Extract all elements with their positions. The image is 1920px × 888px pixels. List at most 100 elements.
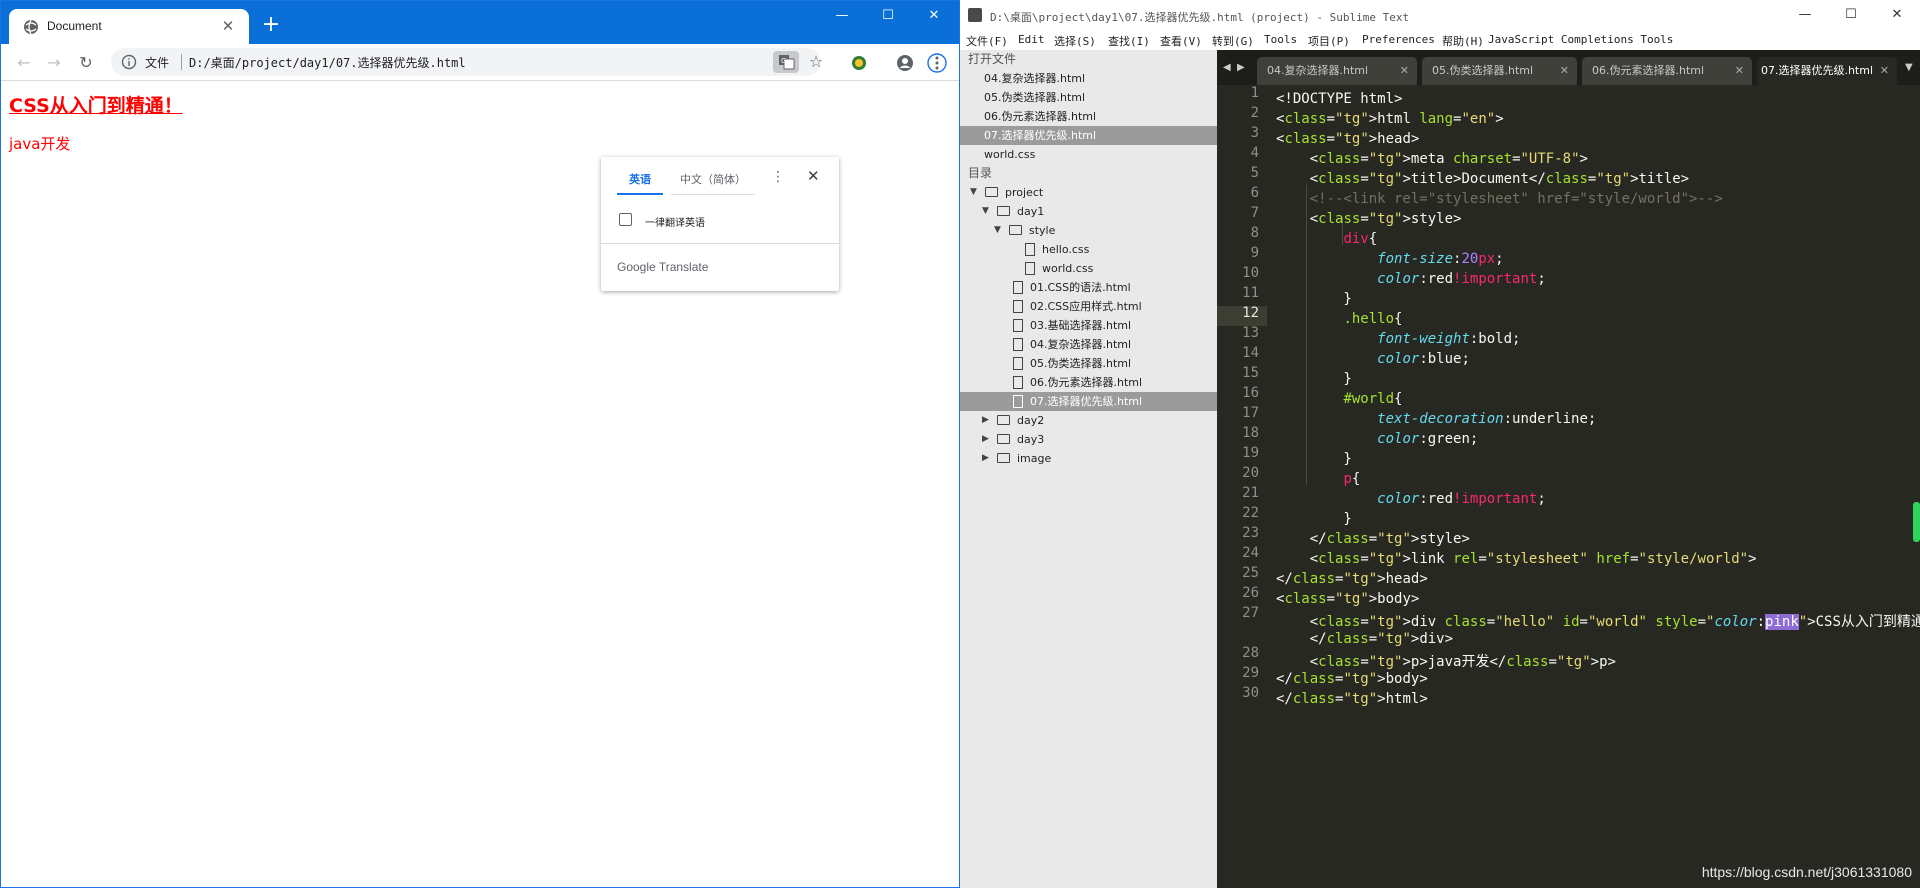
code-line[interactable]: color:green; [1276,431,1478,447]
code-line[interactable]: </class="tg">div> [1276,631,1453,647]
expanded-arrow-icon[interactable]: ▼ [994,221,1001,240]
menu-selection[interactable]: 选择(S) [1054,33,1096,49]
info-icon[interactable] [121,54,137,70]
code-line[interactable]: div{ [1276,231,1377,247]
menu-help[interactable]: 帮助(H) [1442,33,1484,49]
file-item[interactable]: 01.CSS的语法.html [960,278,1217,297]
code-line[interactable]: <class="tg">div class="hello" id="world"… [1276,611,1920,631]
menu-goto[interactable]: 转到(G) [1212,33,1254,49]
new-tab-button[interactable]: + [259,13,283,37]
back-button[interactable]: ← [11,50,37,76]
code-line[interactable]: <!--<link rel="stylesheet" href="style/w… [1276,191,1723,207]
extension-icon[interactable] [849,53,869,73]
code-line[interactable]: } [1276,371,1351,387]
code-line[interactable]: text-decoration:underline; [1276,411,1596,427]
code-line[interactable]: color:red!important; [1276,271,1546,287]
sublime-minimize-button[interactable]: — [1782,0,1828,30]
tab-list-dropdown-icon[interactable]: ▼ [1905,62,1913,73]
open-file-item-active[interactable]: 07.选择器优先级.html [960,126,1217,145]
file-item[interactable]: 06.伪元素选择器.html [960,373,1217,392]
menu-edit[interactable]: Edit [1018,33,1045,46]
code-line[interactable]: </class="tg">body> [1276,671,1428,687]
editor-tab[interactable]: 06.伪元素选择器.html ✕ [1582,57,1752,85]
expanded-arrow-icon[interactable]: ▼ [982,202,989,221]
code-line[interactable]: <class="tg">body> [1276,591,1419,607]
sublime-maximize-button[interactable]: ☐ [1828,0,1874,30]
tab-close-icon[interactable]: ✕ [1880,57,1889,85]
folder-project[interactable]: ▼ project [960,183,1217,202]
collapsed-arrow-icon[interactable]: ▶ [982,430,989,449]
code-line[interactable]: color:red!important; [1276,491,1546,507]
maximize-button[interactable]: ☐ [865,1,911,31]
menu-preferences[interactable]: Preferences [1362,33,1435,46]
folder-day3[interactable]: ▶ day3 [960,430,1217,449]
menu-project[interactable]: 项目(P) [1308,33,1350,49]
minimize-button[interactable]: — [819,1,865,31]
address-bar[interactable]: 文件 D:/桌面/project/day1/07.选择器优先级.html G ☆ [111,48,823,76]
profile-avatar-icon[interactable] [895,53,915,73]
translate-tab-source[interactable]: 英语 [617,171,663,195]
code-line[interactable]: <class="tg">html lang="en"> [1276,111,1504,127]
folder-image[interactable]: ▶ image [960,449,1217,468]
menu-tools[interactable]: Tools [1264,33,1297,46]
url-text[interactable]: D:/桌面/project/day1/07.选择器优先级.html [189,54,466,71]
translate-tab-target[interactable]: 中文（简体） [671,171,755,195]
menu-file[interactable]: 文件(F) [966,33,1008,49]
file-item[interactable]: 03.基础选择器.html [960,316,1217,335]
tab-scroll-right-icon[interactable]: ▶ [1237,62,1245,73]
expanded-arrow-icon[interactable]: ▼ [970,183,977,202]
editor-tab[interactable]: 04.复杂选择器.html ✕ [1257,57,1417,85]
menu-view[interactable]: 查看(V) [1160,33,1202,49]
forward-button[interactable]: → [41,50,67,76]
collapsed-arrow-icon[interactable]: ▶ [982,449,989,468]
open-file-item[interactable]: 04.复杂选择器.html [960,69,1217,88]
browser-tab[interactable]: Document ✕ [9,9,249,44]
code-line[interactable]: </class="tg">head> [1276,571,1428,587]
code-line[interactable]: font-weight:bold; [1276,331,1520,347]
code-line[interactable]: <class="tg">title>Document</class="tg">t… [1276,171,1689,187]
chrome-menu-icon[interactable] [927,53,947,73]
menu-find[interactable]: 查找(I) [1108,33,1150,49]
tab-close-icon[interactable]: ✕ [217,15,239,37]
tab-close-icon[interactable]: ✕ [1560,57,1569,85]
file-item[interactable]: world.css [960,259,1217,278]
editor-tab[interactable]: 05.伪类选择器.html ✕ [1422,57,1577,85]
file-item[interactable]: hello.css [960,240,1217,259]
open-file-item[interactable]: 06.伪元素选择器.html [960,107,1217,126]
always-translate-checkbox[interactable] [619,213,632,226]
code-line[interactable]: <class="tg">p>java开发</class="tg">p> [1276,651,1616,671]
more-options-icon[interactable]: ⋮ [771,169,785,185]
always-translate-label[interactable]: 一律翻译英语 [645,214,705,229]
code-line[interactable]: } [1276,291,1351,307]
code-line[interactable]: color:blue; [1276,351,1470,367]
folder-day2[interactable]: ▶ day2 [960,411,1217,430]
minimap-scroll-indicator[interactable] [1913,502,1920,542]
menu-js-completions[interactable]: JavaScript Completions Tools [1488,33,1673,46]
folder-style[interactable]: ▼ style [960,221,1217,240]
open-file-item[interactable]: world.css [960,145,1217,164]
bookmark-star-icon[interactable]: ☆ [805,51,827,73]
code-line[interactable]: #world{ [1276,391,1402,407]
code-line[interactable]: <class="tg">head> [1276,131,1419,147]
code-line[interactable]: </class="tg">style> [1276,531,1470,547]
tab-close-icon[interactable]: ✕ [1400,57,1409,85]
tab-scroll-left-icon[interactable]: ◀ [1223,62,1231,73]
code-line[interactable]: <class="tg">link rel="stylesheet" href="… [1276,551,1757,567]
code-editor[interactable]: <!DOCTYPE html> <class="tg">html lang="en… [1267,85,1920,888]
code-line[interactable]: <class="tg">meta charset="UTF-8"> [1276,151,1588,167]
code-line[interactable]: <class="tg">style> [1276,211,1462,227]
code-line[interactable]: } [1276,451,1351,467]
code-line[interactable]: } [1276,511,1351,527]
editor-tab-active[interactable]: 07.选择器优先级.html ✕ [1757,57,1897,85]
code-line[interactable]: </class="tg">html> [1276,691,1428,707]
close-popup-icon[interactable]: ✕ [807,167,820,185]
code-line[interactable]: .hello{ [1276,311,1402,327]
code-line[interactable]: p{ [1276,471,1360,487]
file-item[interactable]: 05.伪类选择器.html [960,354,1217,373]
file-item-active[interactable]: 07.选择器优先级.html [960,392,1217,411]
code-line[interactable]: <!DOCTYPE html> [1276,91,1402,107]
folder-day1[interactable]: ▼ day1 [960,202,1217,221]
open-file-item[interactable]: 05.伪类选择器.html [960,88,1217,107]
collapsed-arrow-icon[interactable]: ▶ [982,411,989,430]
file-item[interactable]: 04.复杂选择器.html [960,335,1217,354]
